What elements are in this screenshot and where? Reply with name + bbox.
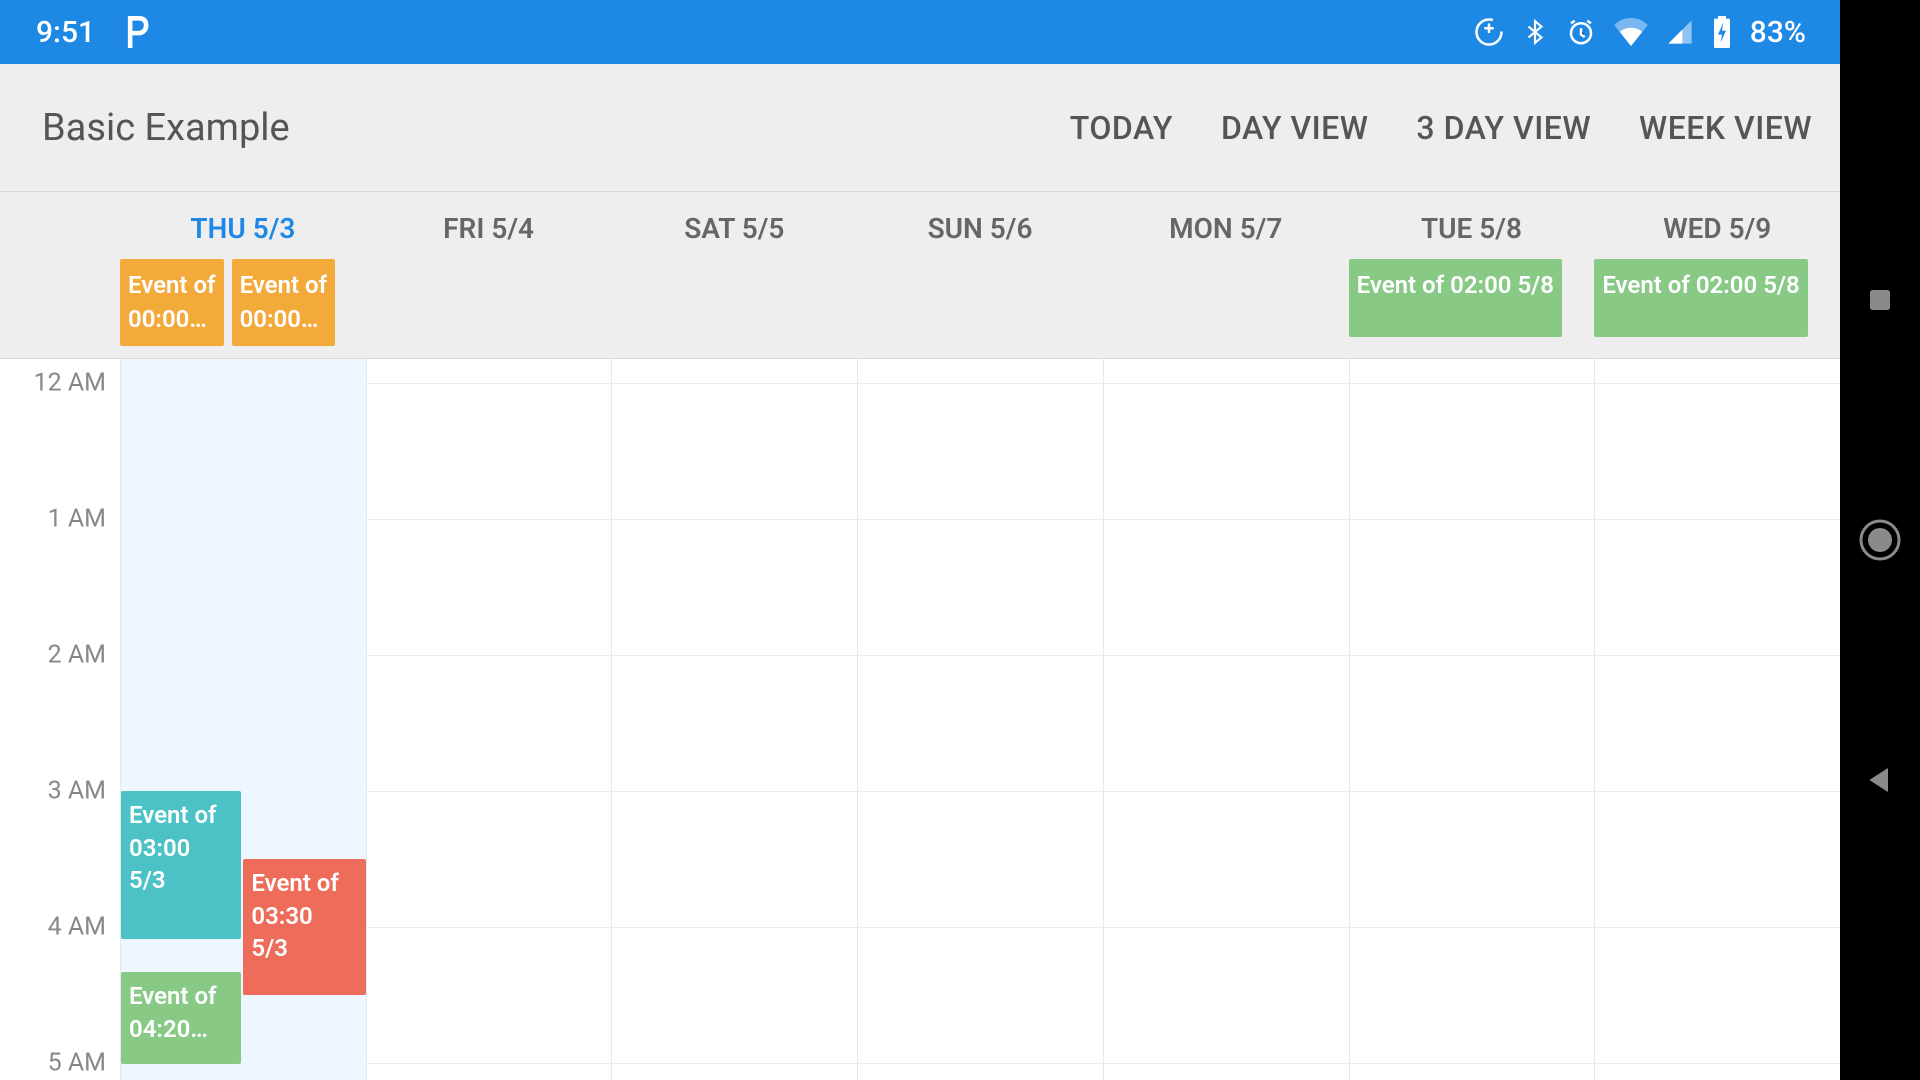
system-update-icon xyxy=(1474,17,1504,47)
day-header-sat[interactable]: SAT 5/5 xyxy=(611,192,857,358)
today-button[interactable]: TODAY xyxy=(1070,109,1173,147)
cell-signal-icon xyxy=(1666,18,1694,46)
day-column-fri[interactable] xyxy=(366,359,612,1080)
allday-event[interactable]: Event of 00:00… xyxy=(232,259,336,346)
alarm-icon xyxy=(1566,17,1596,47)
day-header-mon[interactable]: MON 5/7 xyxy=(1103,192,1349,358)
day-header-thu[interactable]: THU 5/3 Event of 00:00… Event of 00:00… xyxy=(120,192,366,358)
allday-event[interactable]: Event of 02:00 5/8 xyxy=(1594,259,1807,337)
time-gutter: 12 AM 1 AM 2 AM 3 AM 4 AM 5 AM xyxy=(0,359,120,1080)
day-label: MON 5/7 xyxy=(1169,192,1282,259)
day-header-fri[interactable]: FRI 5/4 xyxy=(366,192,612,358)
day-column-wed[interactable] xyxy=(1594,359,1840,1080)
day-label: THU 5/3 xyxy=(190,192,295,259)
battery-percent: 83% xyxy=(1750,15,1806,50)
day-label: SAT 5/5 xyxy=(684,192,784,259)
day-label: FRI 5/4 xyxy=(443,192,534,259)
status-time: 9:51 xyxy=(36,15,95,50)
page-title: Basic Example xyxy=(0,106,290,150)
app-header: Basic Example TODAY DAY VIEW 3 DAY VIEW … xyxy=(0,64,1840,192)
android-nav-bar xyxy=(1840,0,1920,1080)
day-view-button[interactable]: DAY VIEW xyxy=(1221,109,1368,147)
day-label: WED 5/9 xyxy=(1663,192,1771,259)
day-label: TUE 5/8 xyxy=(1421,192,1522,259)
day-header-sun[interactable]: SUN 5/6 xyxy=(857,192,1103,358)
three-day-view-button[interactable]: 3 DAY VIEW xyxy=(1416,109,1591,147)
hour-label: 12 AM xyxy=(34,369,106,398)
wifi-icon xyxy=(1614,18,1648,46)
recent-apps-button[interactable] xyxy=(1858,278,1902,322)
hour-label: 2 AM xyxy=(48,641,106,670)
battery-charging-icon xyxy=(1712,16,1732,48)
calendar-grid[interactable]: 12 AM 1 AM 2 AM 3 AM 4 AM 5 AM Event of … xyxy=(0,359,1840,1080)
hour-label: 4 AM xyxy=(48,913,106,942)
day-header-tue[interactable]: TUE 5/8 Event of 02:00 5/8 xyxy=(1349,192,1595,358)
day-column-sat[interactable] xyxy=(611,359,857,1080)
allday-event[interactable]: Event of 00:00… xyxy=(120,259,224,346)
day-column-tue[interactable] xyxy=(1349,359,1595,1080)
home-button[interactable] xyxy=(1858,518,1902,562)
hour-label: 5 AM xyxy=(48,1049,106,1078)
day-header-row: THU 5/3 Event of 00:00… Event of 00:00… … xyxy=(0,192,1840,359)
bluetooth-icon xyxy=(1522,17,1548,47)
day-column-mon[interactable] xyxy=(1103,359,1349,1080)
hour-label: 3 AM xyxy=(48,777,106,806)
allday-event[interactable]: Event of 02:00 5/8 xyxy=(1349,259,1562,337)
day-label: SUN 5/6 xyxy=(928,192,1033,259)
week-view-button[interactable]: WEEK VIEW xyxy=(1639,109,1812,147)
day-column-thu[interactable]: Event of 03:00 5/3 Event of 03:30 5/3 Ev… xyxy=(120,359,366,1080)
back-button[interactable] xyxy=(1858,758,1902,802)
timed-event[interactable]: Event of 04:20… xyxy=(121,972,241,1064)
day-header-wed[interactable]: WED 5/9 Event of 02:00 5/8 xyxy=(1594,192,1840,358)
timed-event[interactable]: Event of 03:30 5/3 xyxy=(243,859,365,995)
pandora-icon xyxy=(123,16,151,48)
timed-event[interactable]: Event of 03:00 5/3 xyxy=(121,791,241,939)
status-bar: 9:51 83% xyxy=(0,0,1840,64)
day-column-sun[interactable] xyxy=(857,359,1103,1080)
hour-label: 1 AM xyxy=(48,505,106,534)
